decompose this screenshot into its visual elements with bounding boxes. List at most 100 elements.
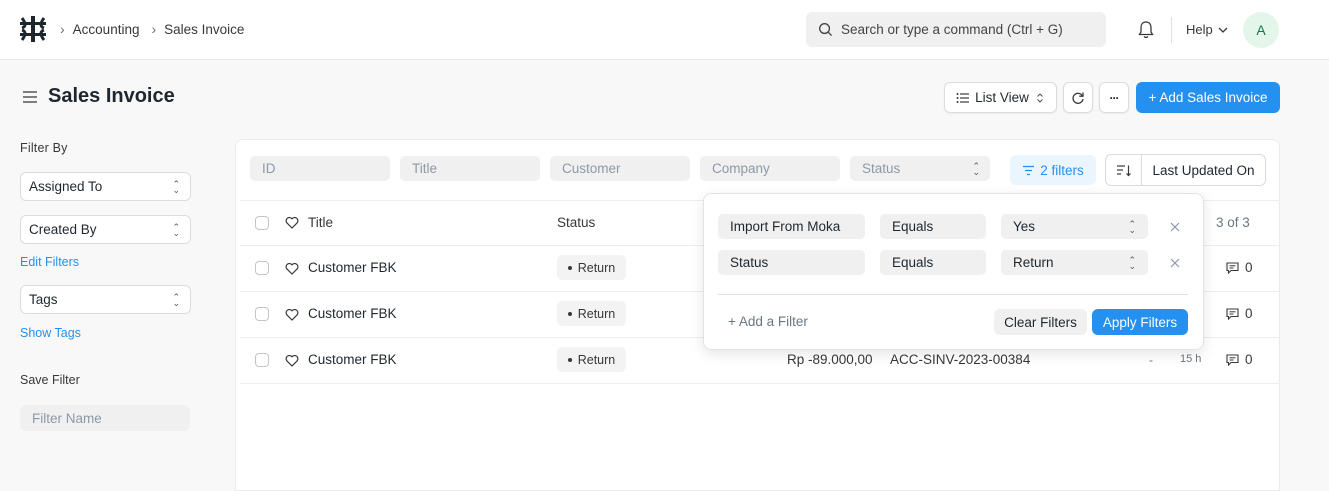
heart-icon[interactable] <box>285 308 299 321</box>
list-icon <box>956 92 970 103</box>
created-by-select[interactable]: Created By ⌃ ⌄ <box>20 215 191 244</box>
select-caret-icon <box>1037 92 1043 103</box>
navbar-divider <box>1171 17 1172 43</box>
chevron-right-icon: › <box>60 21 65 37</box>
refresh-button[interactable] <box>1063 82 1093 113</box>
row-title-link[interactable]: Customer FBK <box>308 306 397 321</box>
avatar[interactable]: A <box>1243 12 1279 48</box>
filter-value-select[interactable]: Yes ⌃ ⌄ <box>1001 214 1148 239</box>
breadcrumb-accounting[interactable]: Accounting <box>73 22 140 37</box>
avatar-initial: A <box>1256 22 1266 38</box>
search-icon <box>819 23 833 37</box>
filter-value-label: Return <box>1013 255 1054 270</box>
status-badge-label: Return <box>577 306 616 321</box>
breadcrumb-sales-invoice[interactable]: Sales Invoice <box>164 22 244 37</box>
remove-filter-icon[interactable] <box>1170 222 1180 232</box>
comment-icon <box>1226 307 1239 320</box>
sort-order-button[interactable] <box>1106 155 1142 185</box>
list-view-button[interactable]: List View <box>944 82 1057 113</box>
more-options-button[interactable]: ··· <box>1099 82 1129 113</box>
sort-selector: Last Updated On <box>1105 154 1266 186</box>
grand-total-value: Rp -89.000,00 <box>787 352 873 367</box>
title-filter-input[interactable]: Title <box>400 156 540 181</box>
company-filter-input[interactable]: Company <box>700 156 840 181</box>
notification-bell-icon[interactable] <box>1137 20 1155 40</box>
status-badge: Return <box>557 255 626 280</box>
status-dot <box>567 311 572 316</box>
modified-time: 15 h <box>1180 353 1202 365</box>
title-column-header: Title <box>308 215 334 230</box>
filter-field-select[interactable]: Import From Moka <box>718 214 865 239</box>
popover-divider <box>718 294 1188 295</box>
select-caret-icon: ⌃ ⌄ <box>172 179 180 195</box>
heart-icon[interactable] <box>285 262 299 275</box>
row-title-link[interactable]: Customer FBK <box>308 352 397 367</box>
chevron-down-icon <box>1218 27 1228 33</box>
search-placeholder: Search or type a command (Ctrl + G) <box>841 22 1063 37</box>
filter-value-label: Yes <box>1013 219 1036 234</box>
row-title-link[interactable]: Customer FBK <box>308 260 397 275</box>
empty-value: - <box>1149 353 1153 367</box>
comment-icon <box>1226 261 1239 274</box>
app-logo-icon[interactable] <box>20 16 46 42</box>
select-caret-icon: ⌃ ⌄ <box>172 292 180 308</box>
remove-filter-icon[interactable] <box>1170 258 1180 268</box>
add-filter-button[interactable]: + Add a Filter <box>728 314 808 329</box>
sidebar-toggle-icon[interactable] <box>22 90 38 104</box>
status-badge: Return <box>557 347 626 372</box>
add-sales-invoice-button[interactable]: + Add Sales Invoice <box>1136 82 1280 113</box>
row-checkbox[interactable] <box>255 353 269 367</box>
apply-filters-button[interactable]: Apply Filters <box>1092 309 1188 335</box>
help-label: Help <box>1186 22 1213 37</box>
customer-filter-input[interactable]: Customer <box>550 156 690 181</box>
status-column-header: Status <box>557 215 596 230</box>
status-filter-select[interactable]: Status ⌃ ⌄ <box>850 156 990 181</box>
comment-count-label: 0 <box>1245 260 1253 275</box>
tags-select[interactable]: Tags ⌃ ⌄ <box>20 285 191 314</box>
show-tags-link[interactable]: Show Tags <box>20 326 81 340</box>
filter-name-input[interactable]: Filter Name <box>20 405 190 431</box>
help-dropdown[interactable]: Help <box>1186 22 1229 37</box>
clear-filters-button[interactable]: Clear Filters <box>994 309 1087 335</box>
status-badge-label: Return <box>577 260 616 275</box>
status-badge: Return <box>557 301 626 326</box>
select-caret-icon: ⌃ ⌄ <box>172 222 180 238</box>
comment-count: 0 <box>1226 260 1253 275</box>
id-filter-input[interactable]: ID <box>250 156 390 181</box>
assigned-to-label: Assigned To <box>29 179 103 194</box>
heart-icon[interactable] <box>285 216 299 229</box>
row-checkbox[interactable] <box>255 261 269 275</box>
status-dot <box>567 265 572 270</box>
select-all-checkbox[interactable] <box>255 216 269 230</box>
comment-count: 0 <box>1226 306 1253 321</box>
row-checkbox[interactable] <box>255 307 269 321</box>
sort-field-button[interactable]: Last Updated On <box>1142 155 1265 185</box>
filters-count-label: 2 filters <box>1040 162 1084 178</box>
filter-condition-select[interactable]: Equals <box>880 214 986 239</box>
filter-condition-select[interactable]: Equals <box>880 250 986 275</box>
filters-button[interactable]: 2 filters <box>1010 155 1096 185</box>
comment-count-label: 0 <box>1245 306 1253 321</box>
divider <box>240 383 1280 384</box>
filter-icon <box>1023 165 1035 175</box>
heart-icon[interactable] <box>285 354 299 367</box>
comment-icon <box>1226 353 1239 366</box>
breadcrumb: › Accounting › Sales Invoice <box>58 21 254 37</box>
status-badge-label: Return <box>577 352 616 367</box>
top-navbar: › Accounting › Sales Invoice Search or t… <box>0 0 1329 60</box>
status-filter-label: Status <box>862 161 901 176</box>
created-by-label: Created By <box>29 222 97 237</box>
chevron-right-icon: › <box>151 21 157 37</box>
assigned-to-select[interactable]: Assigned To ⌃ ⌄ <box>20 172 191 201</box>
filter-by-heading: Filter By <box>20 141 68 155</box>
result-count: 3 of 3 <box>1216 215 1250 230</box>
filter-value-select[interactable]: Return ⌃ ⌄ <box>1001 250 1148 275</box>
search-input[interactable]: Search or type a command (Ctrl + G) <box>806 12 1106 47</box>
filter-field-select[interactable]: Status <box>718 250 865 275</box>
refresh-icon <box>1072 92 1084 104</box>
tags-label: Tags <box>29 292 58 307</box>
select-caret-icon: ⌃ ⌄ <box>1128 255 1136 271</box>
comment-count-label: 0 <box>1245 352 1253 367</box>
edit-filters-link[interactable]: Edit Filters <box>20 255 79 269</box>
status-dot <box>567 357 572 362</box>
